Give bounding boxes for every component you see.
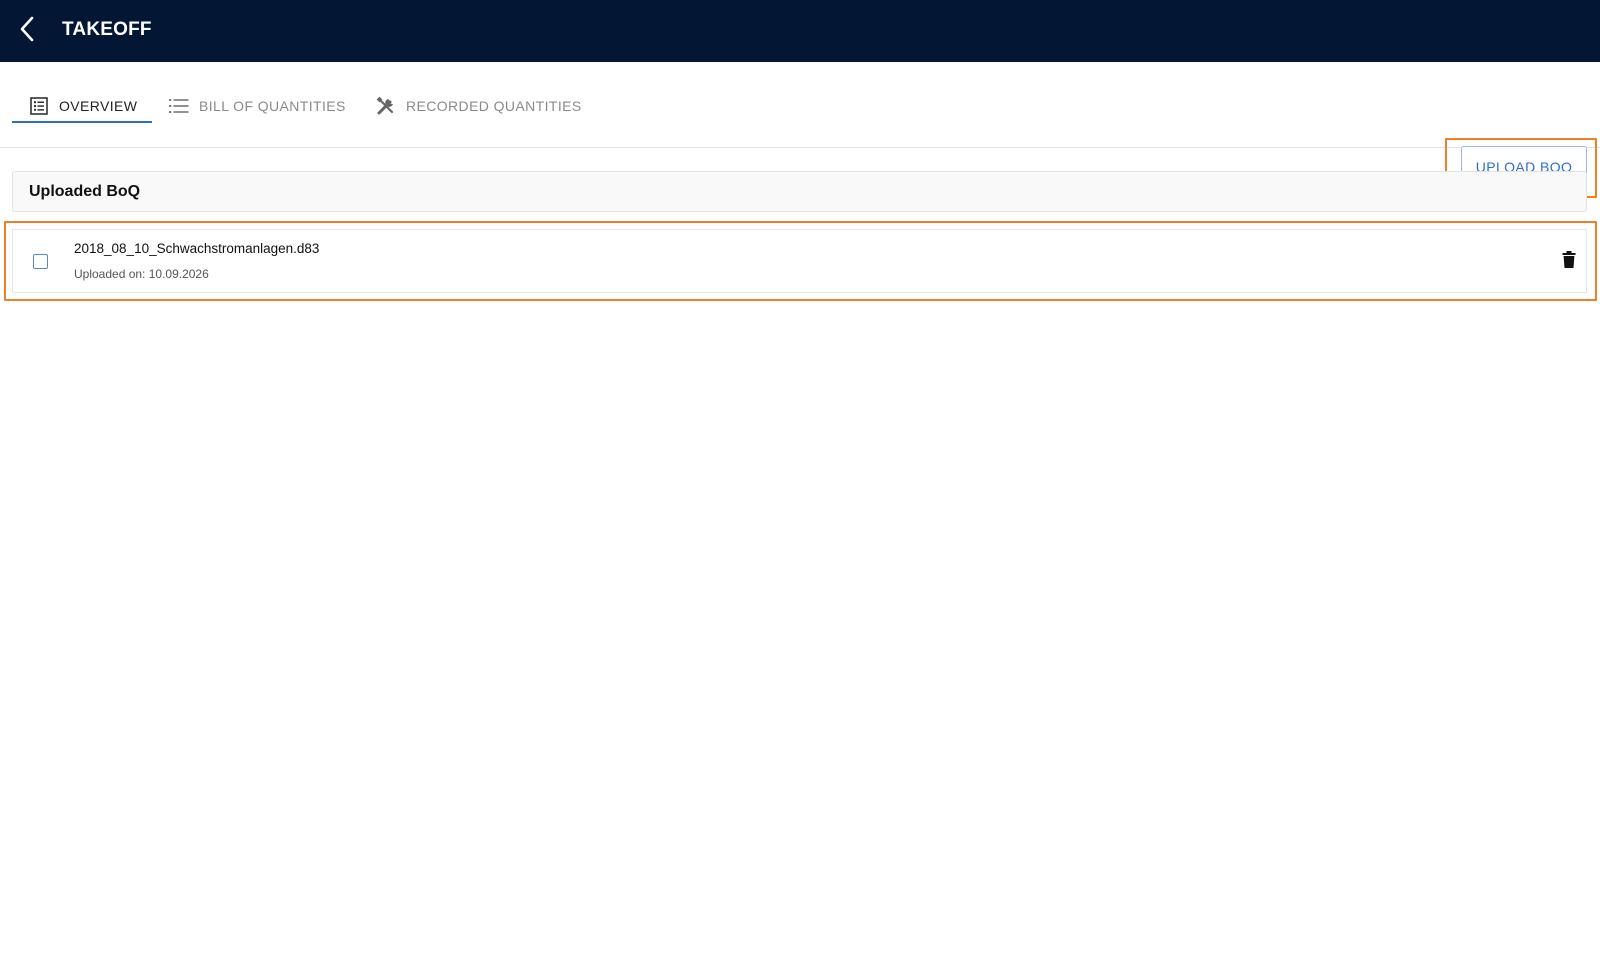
page-title: TAKEOFF [62, 19, 152, 40]
tab-bill-of-quantities[interactable]: BILL OF QUANTITIES [168, 88, 346, 124]
uploaded-boq-section-header: Uploaded BoQ [12, 171, 1587, 212]
app-header: TAKEOFF [0, 0, 1600, 62]
tab-bar: OVERVIEW BILL OF QUANTITIES RECORDED QUA [0, 62, 1600, 198]
back-button[interactable] [10, 14, 44, 48]
tab-bill-of-quantities-label: BILL OF QUANTITIES [199, 98, 346, 114]
tab-recorded-quantities[interactable]: RECORDED QUANTITIES [375, 88, 582, 124]
trash-icon [1562, 251, 1576, 273]
tab-recorded-quantities-label: RECORDED QUANTITIES [406, 98, 582, 114]
chevron-left-icon [19, 16, 35, 47]
list-icon [168, 95, 190, 117]
file-name: 2018_08_10_Schwachstromanlagen.d83 [74, 241, 320, 256]
list-box-icon [28, 95, 50, 117]
file-upload-date: Uploaded on: 10.09.2026 [74, 267, 209, 281]
tools-icon [375, 95, 397, 117]
delete-file-button[interactable] [1558, 250, 1580, 274]
active-tab-indicator [12, 121, 152, 123]
tab-overview-label: OVERVIEW [59, 98, 138, 114]
file-select-checkbox[interactable] [33, 254, 48, 269]
tab-overview[interactable]: OVERVIEW [28, 88, 137, 124]
section-title: Uploaded BoQ [29, 182, 141, 200]
list-item[interactable]: 2018_08_10_Schwachstromanlagen.d83 Uploa… [12, 229, 1587, 293]
